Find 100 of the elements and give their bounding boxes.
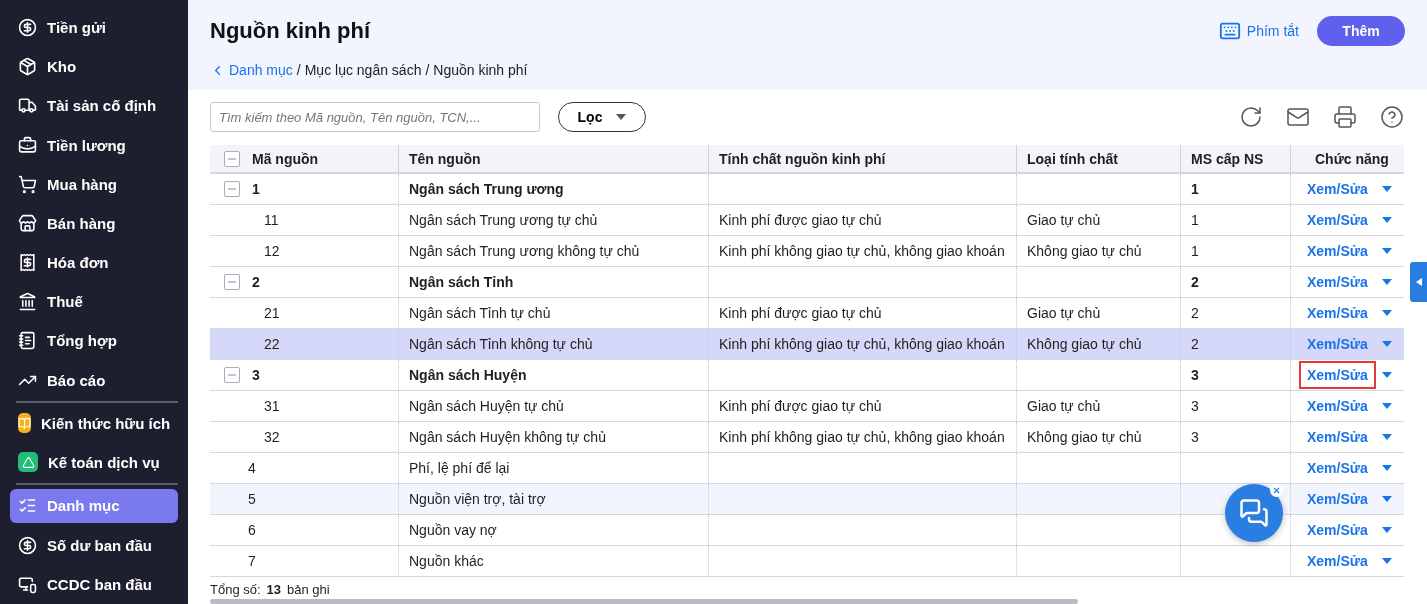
table-cell: Ngân sách Trung ương tự chủ xyxy=(409,212,598,228)
collapse-all-toggle[interactable] xyxy=(224,150,240,167)
caret-down-icon[interactable] xyxy=(1381,310,1392,316)
shortcut-link[interactable]: Phím tắt xyxy=(1218,20,1299,42)
table-cell: Phí, lệ phí để lại xyxy=(409,460,510,476)
table-cell: Kinh phí không giao tự chủ, không giao khoán xyxy=(719,336,1005,352)
table-row[interactable]: 12 Ngân sách Trung ương không tự chủ Kinh phí không giao tự chủ, không giao khoán Không giao tự chủ 1 Xem/Sửa xyxy=(210,236,1404,267)
store-icon xyxy=(18,213,37,233)
sidebar-item[interactable]: Kế toán dịch vụ xyxy=(10,442,178,483)
view-edit-link[interactable]: Xem/Sửa xyxy=(1299,516,1376,544)
caret-down-icon[interactable] xyxy=(1381,341,1392,347)
view-edit-link[interactable]: Xem/Sửa xyxy=(1299,485,1376,513)
dollar-coin-icon xyxy=(18,535,37,555)
sidebar-item[interactable]: CCDC ban đầu xyxy=(10,564,178,604)
add-button[interactable]: Thêm xyxy=(1317,16,1405,46)
help-icon[interactable] xyxy=(1380,105,1404,129)
view-edit-link[interactable]: Xem/Sửa xyxy=(1299,299,1376,327)
table-cell: 11 xyxy=(264,212,279,228)
table-cell: Kinh phí không giao tự chủ, không giao khoán xyxy=(719,243,1005,259)
bank-icon xyxy=(18,292,37,312)
chat-bubbles-icon xyxy=(1239,498,1269,528)
table-cell: Ngân sách Tỉnh xyxy=(409,274,514,290)
table-row[interactable]: 4 Phí, lệ phí để lại Xem/Sửa xyxy=(210,453,1404,484)
caret-down-icon[interactable] xyxy=(1381,372,1392,378)
table-row[interactable]: 7 Nguồn khác Xem/Sửa xyxy=(210,546,1404,577)
table-cell: Nguồn viện trợ, tài trợ xyxy=(409,491,546,507)
table-row[interactable]: 3 Ngân sách Huyện 3 Xem/Sửa xyxy=(210,360,1404,391)
breadcrumb-item: Mục lục ngân sách xyxy=(304,62,422,78)
table-row[interactable]: 5 Nguồn viện trợ, tài trợ Xem/Sửa xyxy=(210,484,1404,515)
page-title: Nguồn kinh phí xyxy=(210,18,371,44)
caret-down-icon[interactable] xyxy=(1381,496,1392,502)
view-edit-link[interactable]: Xem/Sửa xyxy=(1299,547,1376,575)
mail-icon[interactable] xyxy=(1286,105,1310,129)
sidebar-item[interactable]: Kho xyxy=(10,47,178,87)
refresh-icon[interactable] xyxy=(1239,105,1263,129)
caret-down-icon[interactable] xyxy=(1381,217,1392,223)
table-cell: Nguồn vay nợ xyxy=(409,522,497,538)
sidebar-item[interactable]: Tiền lương xyxy=(10,125,178,165)
table-cell: Giao tự chủ xyxy=(1027,398,1101,414)
table-row[interactable]: 32 Ngân sách Huyện không tự chủ Kinh phí không giao tự chủ, không giao khoán Không giao tự chủ 3 Xem/Sửa xyxy=(210,422,1404,453)
side-panel-tab[interactable] xyxy=(1410,262,1427,302)
table-cell: 3 xyxy=(1191,398,1199,414)
view-edit-link[interactable]: Xem/Sửa xyxy=(1299,392,1376,420)
table-cell: Kinh phí được giao tự chủ xyxy=(719,305,882,321)
sidebar-item[interactable]: Báo cáo xyxy=(10,360,178,400)
table-cell: 1 xyxy=(1191,212,1199,228)
table-row[interactable]: 31 Ngân sách Huyện tự chủ Kinh phí được giao tự chủ Giao tự chủ 3 Xem/Sửa xyxy=(210,391,1404,422)
caret-down-icon[interactable] xyxy=(1381,558,1392,564)
table-row[interactable]: 2 Ngân sách Tỉnh 2 Xem/Sửa xyxy=(210,267,1404,298)
sidebar-item[interactable]: Kiến thức hữu ích xyxy=(10,403,178,443)
table-cell: 32 xyxy=(264,429,280,445)
view-edit-link[interactable]: Xem/Sửa xyxy=(1299,175,1376,203)
view-edit-link[interactable]: Xem/Sửa xyxy=(1299,423,1376,451)
table-cell: 31 xyxy=(264,398,280,414)
print-icon[interactable] xyxy=(1333,105,1357,129)
sidebar-item[interactable]: Bán hàng xyxy=(10,203,178,244)
sidebar-item[interactable]: Tài sản cố định xyxy=(10,86,178,126)
view-edit-link[interactable]: Xem/Sửa xyxy=(1299,268,1376,296)
table-row[interactable]: 21 Ngân sách Tỉnh tự chủ Kinh phí được giao tự chủ Giao tự chủ 2 Xem/Sửa xyxy=(210,298,1404,329)
view-edit-link[interactable]: Xem/Sửa xyxy=(1299,237,1376,265)
caret-down-icon[interactable] xyxy=(1381,434,1392,440)
table-cell: 1 xyxy=(1191,181,1199,197)
view-edit-link[interactable]: Xem/Sửa xyxy=(1299,206,1376,234)
sidebar-item[interactable]: Tổng hợp xyxy=(10,321,178,361)
devices-icon xyxy=(18,575,37,594)
breadcrumb-separator: / xyxy=(296,62,301,78)
table-cell: 3 xyxy=(1191,429,1199,445)
sidebar-item[interactable]: Thuế xyxy=(10,282,178,322)
collapse-toggle[interactable] xyxy=(224,181,240,197)
sidebar-item[interactable]: Tiền gửi xyxy=(10,8,178,48)
table-cell: Kinh phí không giao tự chủ, không giao khoán xyxy=(719,429,1005,445)
caret-down-icon[interactable] xyxy=(1381,527,1392,533)
caret-down-icon[interactable] xyxy=(1381,186,1392,192)
total-unit: bản ghi xyxy=(287,581,330,597)
table-row[interactable]: 6 Nguồn vay nợ Xem/Sửa xyxy=(210,515,1404,546)
caret-down-icon[interactable] xyxy=(1381,279,1392,285)
table-row[interactable]: 1 Ngân sách Trung ương 1 Xem/Sửa xyxy=(210,174,1404,205)
view-edit-link[interactable]: Xem/Sửa xyxy=(1299,361,1376,389)
table-cell: Nguồn khác xyxy=(409,553,484,569)
sidebar-item[interactable]: Mua hàng xyxy=(10,164,178,204)
collapse-toggle[interactable] xyxy=(224,274,240,290)
horizontal-scrollbar[interactable] xyxy=(210,599,1078,604)
table-row[interactable]: 11 Ngân sách Trung ương tự chủ Kinh phí được giao tự chủ Giao tự chủ 1 Xem/Sửa xyxy=(210,205,1404,236)
sidebar-item[interactable]: Hóa đơn xyxy=(10,243,178,283)
receipt-icon xyxy=(18,253,37,273)
sidebar-item[interactable]: Số dư ban đầu xyxy=(10,525,178,565)
notebook-icon xyxy=(18,331,37,351)
collapse-toggle[interactable] xyxy=(224,367,240,383)
caret-down-icon[interactable] xyxy=(1381,248,1392,254)
caret-down-icon xyxy=(616,114,627,120)
table-cell: 21 xyxy=(264,305,280,321)
filter-button[interactable]: Lọc xyxy=(558,102,646,132)
caret-down-icon[interactable] xyxy=(1381,403,1392,409)
search-field[interactable]: Tìm kiếm theo Mã nguồn, Tên nguồn, TCN,... xyxy=(210,102,540,132)
sidebar-item[interactable]: Danh mục xyxy=(10,489,178,523)
table-row[interactable]: 22 Ngân sách Tỉnh không tự chủ Kinh phí không giao tự chủ, không giao khoán Không giao tự chủ 2 Xem/Sửa xyxy=(210,329,1404,360)
breadcrumb-link[interactable]: Danh mục xyxy=(229,62,293,78)
table-cell: Ngân sách Trung ương không tự chủ xyxy=(409,243,640,259)
caret-down-icon[interactable] xyxy=(1381,465,1392,471)
view-edit-link[interactable]: Xem/Sửa xyxy=(1299,454,1376,482)
